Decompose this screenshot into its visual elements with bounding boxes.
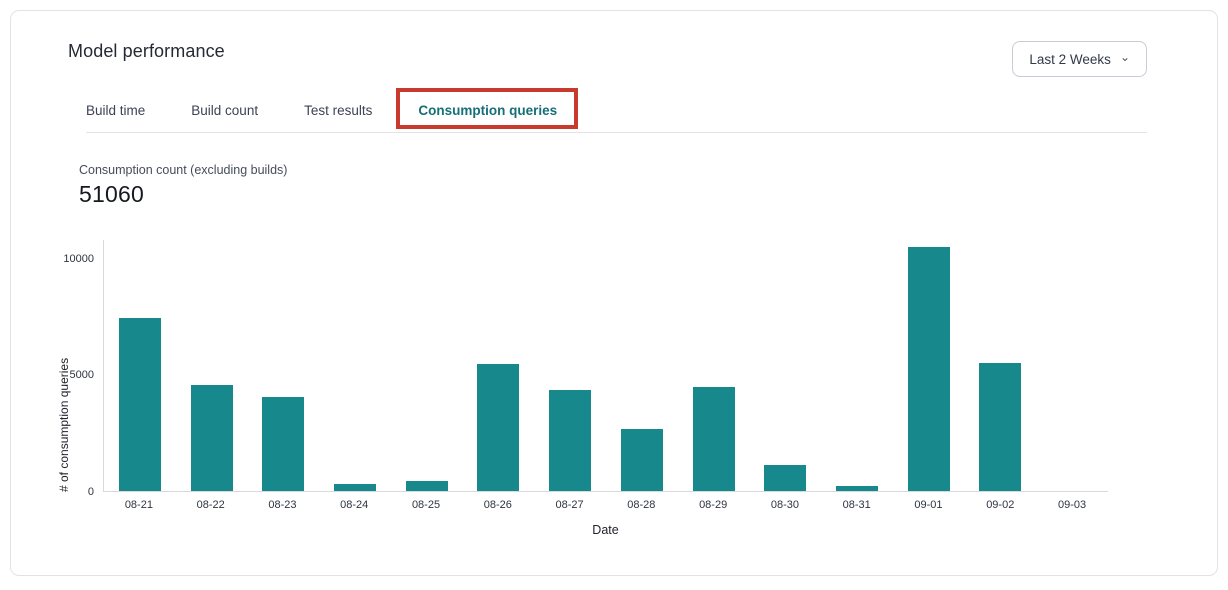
metric-block: Consumption count (excluding builds) 510… xyxy=(79,163,1217,208)
bar-08-26[interactable] xyxy=(477,364,519,491)
x-tick-label: 08-31 xyxy=(821,499,893,511)
bar-08-23[interactable] xyxy=(262,397,304,491)
bar-slot xyxy=(319,240,391,491)
y-tick-label: 0 xyxy=(88,486,94,498)
x-tick-label: 08-23 xyxy=(247,499,319,511)
bar-08-25[interactable] xyxy=(406,481,448,491)
x-tick-label: 08-25 xyxy=(390,499,462,511)
bar-09-02[interactable] xyxy=(979,363,1021,491)
x-tick-label: 08-28 xyxy=(605,499,677,511)
tab-build-time[interactable]: Build time xyxy=(86,103,145,118)
x-tick-label: 08-30 xyxy=(749,499,821,511)
card-header: Model performance Last 2 Weeks ⌄ xyxy=(11,11,1217,77)
consumption-queries-chart: # of consumption queries 0500010000 08-2… xyxy=(51,240,1121,540)
bar-slot xyxy=(606,240,678,491)
bar-08-31[interactable] xyxy=(836,486,878,491)
x-tick-label: 09-03 xyxy=(1036,499,1108,511)
metric-label: Consumption count (excluding builds) xyxy=(79,163,1217,177)
tab-test-results[interactable]: Test results xyxy=(304,103,372,118)
bar-slot xyxy=(176,240,248,491)
bar-slot xyxy=(821,240,893,491)
bar-09-01[interactable] xyxy=(908,247,950,491)
y-tick-label: 10000 xyxy=(63,253,94,265)
bar-08-22[interactable] xyxy=(191,385,233,491)
x-tick-label: 08-22 xyxy=(175,499,247,511)
tab-bar: Build time Build count Test results Consump… xyxy=(86,103,1147,133)
y-tick-label: 5000 xyxy=(70,369,94,381)
bar-slot xyxy=(534,240,606,491)
bar-slot xyxy=(893,240,965,491)
bar-slot xyxy=(678,240,750,491)
bar-slot xyxy=(247,240,319,491)
x-tick-label: 09-02 xyxy=(964,499,1036,511)
period-dropdown-label: Last 2 Weeks xyxy=(1029,52,1111,67)
y-axis-ticks: 0500010000 xyxy=(51,240,99,492)
model-performance-card: Model performance Last 2 Weeks ⌄ Build t… xyxy=(10,10,1218,576)
bar-slot xyxy=(749,240,821,491)
tab-consumption-queries[interactable]: Consumption queries xyxy=(418,103,557,118)
x-tick-label: 08-29 xyxy=(677,499,749,511)
bar-slot xyxy=(391,240,463,491)
bar-08-24[interactable] xyxy=(334,484,376,491)
tab-build-count[interactable]: Build count xyxy=(191,103,258,118)
bar-08-30[interactable] xyxy=(764,465,806,491)
chevron-down-icon: ⌄ xyxy=(1120,51,1130,63)
x-axis-ticks: 08-2108-2208-2308-2408-2508-2608-2708-28… xyxy=(103,499,1108,511)
bar-08-21[interactable] xyxy=(119,318,161,491)
x-tick-label: 08-21 xyxy=(103,499,175,511)
x-tick-label: 08-24 xyxy=(318,499,390,511)
bar-slot xyxy=(1036,240,1108,491)
plot-area xyxy=(103,240,1108,492)
bar-slot xyxy=(104,240,176,491)
bar-slot xyxy=(965,240,1037,491)
bar-slot xyxy=(463,240,535,491)
x-tick-label: 08-27 xyxy=(534,499,606,511)
annotation-highlight-box xyxy=(396,88,578,129)
bar-08-28[interactable] xyxy=(621,429,663,491)
x-tick-label: 09-01 xyxy=(893,499,965,511)
metric-value: 51060 xyxy=(79,181,1217,208)
x-tick-label: 08-26 xyxy=(462,499,534,511)
x-axis-title: Date xyxy=(103,523,1108,537)
bar-08-29[interactable] xyxy=(693,387,735,491)
period-dropdown[interactable]: Last 2 Weeks ⌄ xyxy=(1012,41,1147,77)
bar-08-27[interactable] xyxy=(549,390,591,491)
page-title: Model performance xyxy=(68,41,225,62)
